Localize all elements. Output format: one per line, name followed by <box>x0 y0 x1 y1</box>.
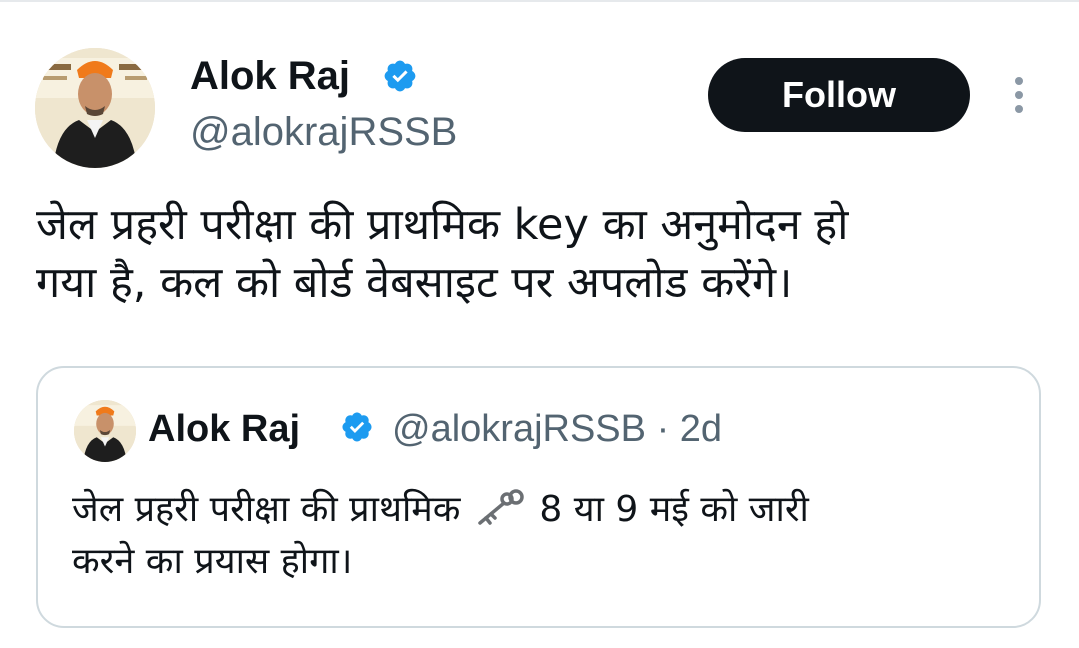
tweet-text-line: जेल प्रहरी परीक्षा की प्राथमिक key का अन… <box>36 200 849 250</box>
meta-separator: · <box>656 408 670 450</box>
quoted-author-name: Alok Raj <box>148 408 301 450</box>
quoted-text-line: करने का प्रयास होगा। <box>72 541 353 582</box>
quoted-text-part: 8 या 9 मई को जारी <box>539 489 809 530</box>
quoted-time: 2d <box>679 408 723 450</box>
quoted-text-line: जेल प्रहरी परीक्षा की प्राथमिक 8 या 9 मई… <box>72 484 1032 536</box>
tweet-text-line: गया है, कल को बोर्ड वेबसाइट पर अपलोड करे… <box>36 258 793 308</box>
tweet-text: जेल प्रहरी परीक्षा की प्राथमिक key का अन… <box>36 196 1056 312</box>
top-divider <box>0 0 1079 2</box>
quoted-meta: @alokrajRSSB · 2d <box>392 406 722 452</box>
verified-badge-icon <box>384 60 416 92</box>
quoted-tweet-card[interactable]: Alok Raj @alokrajRSSB · 2d जेल प्रहरी पर… <box>36 366 1041 628</box>
follow-button[interactable]: Follow <box>708 58 970 132</box>
key-icon <box>478 489 524 525</box>
quoted-avatar <box>74 400 136 462</box>
quoted-author-handle: @alokrajRSSB <box>392 408 646 450</box>
author-name[interactable]: Alok Raj <box>190 52 350 100</box>
quoted-text-part: जेल प्रहरी परीक्षा की प्राथमिक <box>72 489 461 530</box>
author-handle[interactable]: @alokrajRSSB <box>190 108 457 156</box>
verified-badge-icon <box>342 412 372 442</box>
quoted-tweet-text: जेल प्रहरी परीक्षा की प्राथमिक 8 या 9 मई… <box>72 484 1032 588</box>
more-options-icon[interactable] <box>1010 76 1028 114</box>
avatar[interactable] <box>35 48 155 168</box>
